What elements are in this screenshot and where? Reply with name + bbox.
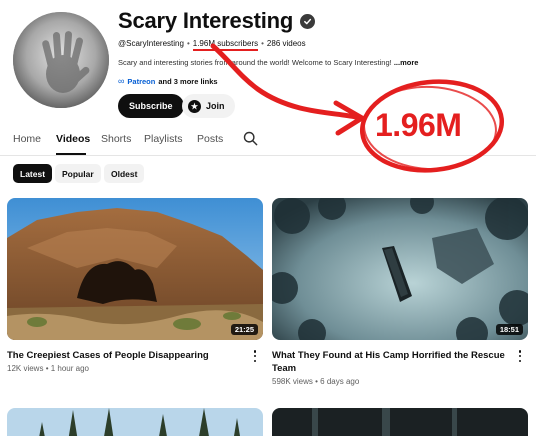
snowy-forest-image (272, 198, 528, 340)
search-icon[interactable] (243, 131, 258, 151)
verified-check-icon (300, 13, 316, 29)
video-views: 12K views (7, 364, 44, 373)
channel-name: Scary Interesting (118, 8, 294, 33)
video-age: 6 days ago (320, 377, 360, 386)
channel-avatar[interactable] (13, 12, 109, 108)
description-text: Scary and interesting stories from aroun… (118, 58, 392, 67)
channel-links: ∞ Patreon and 3 more links (118, 76, 218, 86)
video-meta: 598K views • 6 days ago (272, 377, 360, 386)
join-label: Join (206, 101, 225, 111)
chip-latest[interactable]: Latest (13, 164, 53, 183)
dark-forest-image (272, 408, 528, 436)
annotation-callout: 1.96M (375, 107, 462, 143)
patreon-link[interactable]: Patreon (127, 77, 155, 86)
chip-oldest[interactable]: Oldest (104, 164, 145, 183)
tab-videos[interactable]: Videos (56, 133, 90, 145)
video-title[interactable]: What They Found at His Camp Horrified th… (272, 349, 512, 375)
star-badge-icon: ★ (188, 99, 201, 113)
link-icon: ∞ (118, 76, 125, 86)
video-age: 1 hour ago (50, 364, 89, 373)
tab-posts[interactable]: Posts (197, 133, 223, 145)
separator-dot: • (186, 39, 190, 48)
join-button[interactable]: ★ Join (182, 94, 235, 118)
video-count: 286 videos (266, 39, 306, 48)
channel-meta: @ScaryInteresting • 1.96M subscribers • 286 … (118, 39, 306, 51)
subscriber-count: 1.96M subscribers (192, 39, 259, 51)
video-menu-icon[interactable] (516, 350, 524, 362)
video-thumbnail[interactable]: 21:25 (7, 198, 263, 340)
description-more-link[interactable]: ...more (394, 58, 419, 67)
video-title[interactable]: The Creepiest Cases of People Disappeari… (7, 349, 247, 362)
video-duration: 18:51 (495, 324, 523, 335)
active-tab-indicator (56, 153, 86, 155)
video-thumbnail[interactable] (7, 408, 263, 436)
chip-popular[interactable]: Popular (55, 164, 101, 183)
video-menu-icon[interactable] (251, 350, 259, 362)
tab-playlists[interactable]: Playlists (144, 133, 183, 145)
channel-title-row: Scary Interesting (118, 8, 316, 34)
desert-cave-image (7, 198, 263, 340)
video-thumbnail[interactable] (272, 408, 528, 436)
tab-home[interactable]: Home (13, 133, 41, 145)
subscribe-button[interactable]: Subscribe (118, 94, 184, 118)
video-thumbnail[interactable]: 18:51 (272, 198, 528, 340)
more-links-button[interactable]: and 3 more links (158, 77, 217, 86)
channel-handle: @ScaryInteresting (118, 39, 184, 48)
forest-sky-image (7, 408, 263, 436)
separator-dot: • (261, 39, 264, 48)
hand-print-image (13, 12, 109, 108)
channel-description[interactable]: Scary and interesting stories from aroun… (118, 58, 418, 67)
video-duration: 21:25 (230, 324, 258, 335)
tab-shorts[interactable]: Shorts (101, 133, 131, 145)
video-views: 598K views (272, 377, 313, 386)
video-meta: 12K views • 1 hour ago (7, 364, 89, 373)
